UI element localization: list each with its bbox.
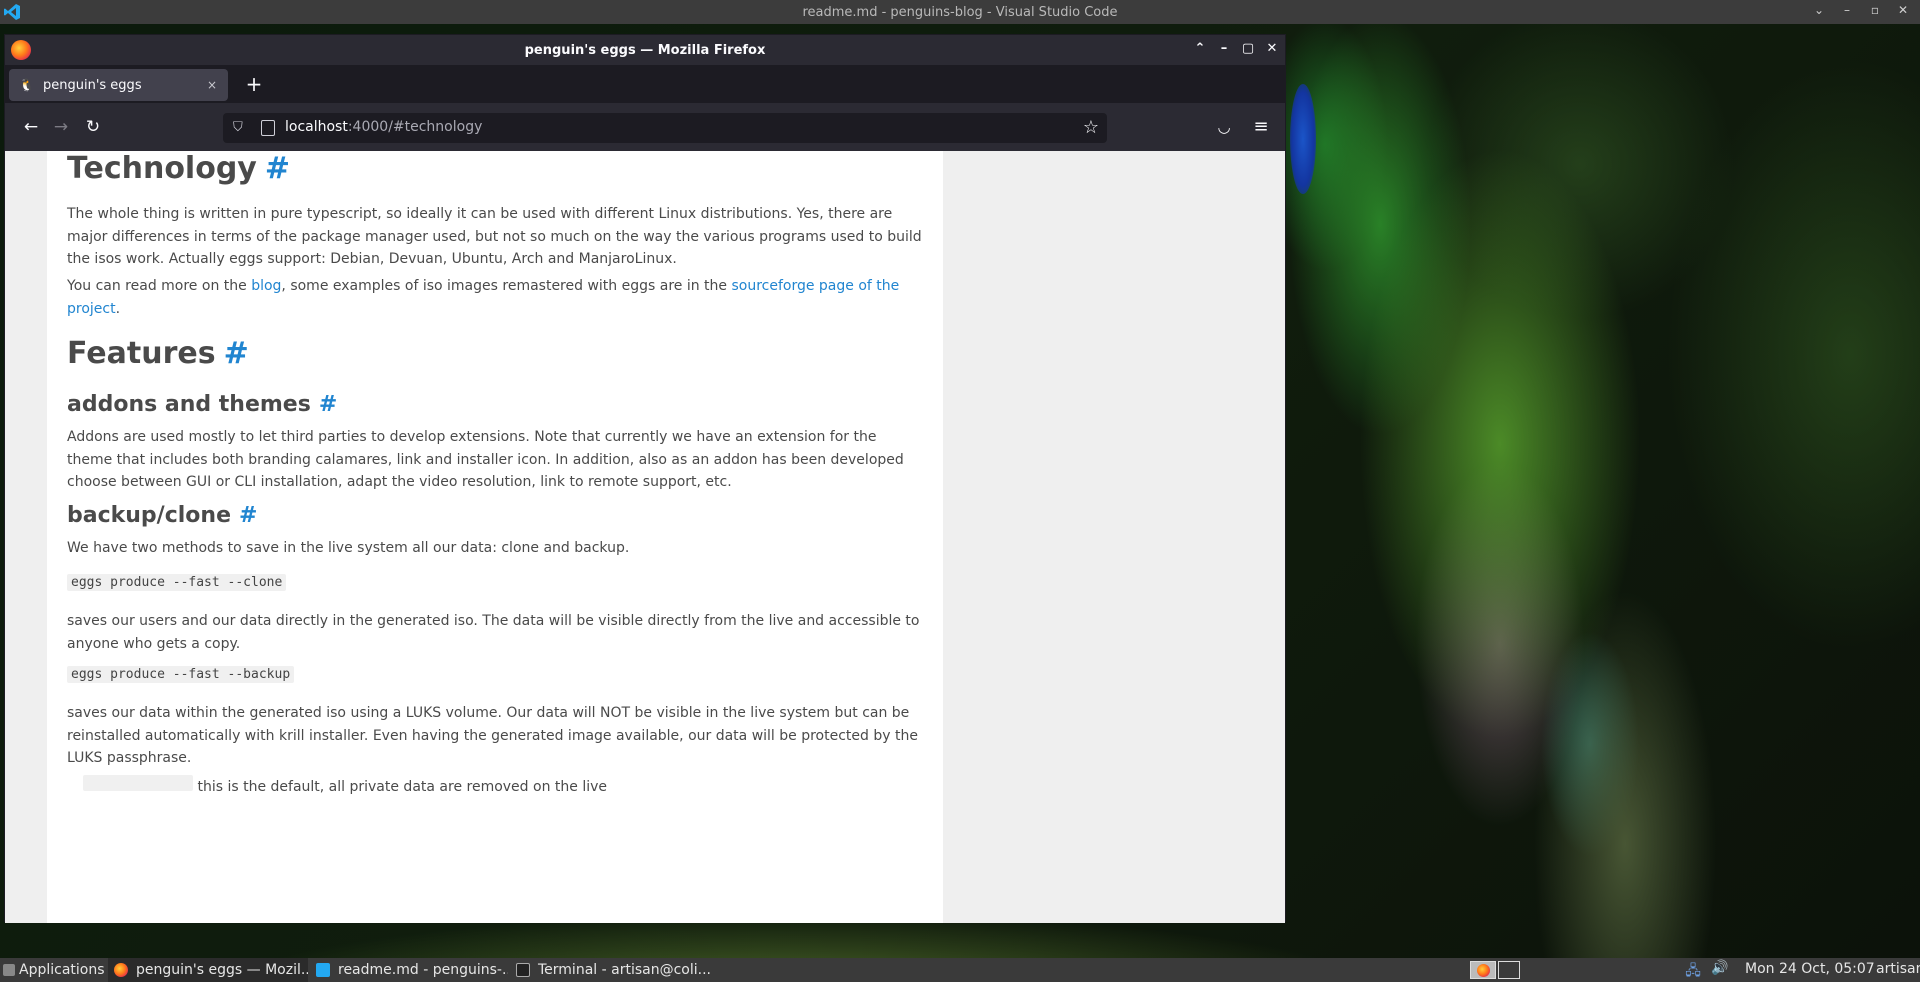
firefox-icon bbox=[114, 963, 128, 977]
maximize-icon[interactable]: ▢ bbox=[1241, 41, 1255, 56]
penguin-favicon-icon: 🐧 bbox=[19, 78, 34, 92]
close-icon[interactable]: ✕ bbox=[1265, 41, 1279, 56]
heading-text: backup/clone bbox=[67, 503, 231, 528]
paragraph-backup: saves our data within the generated iso … bbox=[67, 705, 918, 766]
chevron-down-icon[interactable]: ⌄ bbox=[1812, 3, 1826, 17]
maximize-icon[interactable]: ▫ bbox=[1868, 3, 1882, 17]
paragraph-technology-1: The whole thing is written in pure types… bbox=[67, 206, 922, 267]
page-viewport[interactable]: Technology # The whole thing is written i… bbox=[5, 151, 1285, 923]
vscode-window-controls: ⌄ – ▫ ✕ bbox=[1812, 3, 1910, 17]
code-block-backup: eggs produce --fast --backup bbox=[67, 663, 923, 683]
taskbar-vscode-label: readme.md - penguins-... bbox=[338, 962, 508, 978]
pocket-icon[interactable]: ◡ bbox=[1212, 115, 1236, 139]
paragraph-clone: saves our users and our data directly in… bbox=[67, 613, 920, 652]
list-item-cutoff: this is the default, all private data ar… bbox=[83, 775, 923, 799]
shield-icon[interactable]: ⛉ bbox=[233, 120, 249, 136]
applications-label: Applications : bbox=[19, 962, 114, 978]
tab-penguins-eggs[interactable]: 🐧 penguin's eggs × bbox=[9, 69, 228, 101]
heading-addons-and-themes: addons and themes # bbox=[67, 392, 923, 417]
firefox-window-controls: ⌃ – ▢ ✕ bbox=[1193, 41, 1279, 56]
url-path: :4000/#technology bbox=[347, 119, 483, 135]
applications-icon bbox=[3, 964, 15, 976]
article-content: Technology # The whole thing is written i… bbox=[47, 151, 943, 923]
text-span: You can read more on the bbox=[67, 278, 252, 294]
text-span: , some examples of iso images remastered… bbox=[281, 278, 732, 294]
heading-text: addons and themes bbox=[67, 392, 311, 417]
taskbar-firefox-label: penguin's eggs — Mozil... bbox=[136, 962, 308, 978]
vscode-window-titlebar[interactable]: readme.md - penguins-blog - Visual Studi… bbox=[0, 0, 1920, 24]
firefox-icon bbox=[1477, 964, 1490, 977]
heading-backup-clone: backup/clone # bbox=[67, 503, 923, 528]
heading-text: Technology bbox=[67, 151, 257, 186]
reload-button[interactable]: ↻ bbox=[81, 115, 105, 139]
terminal-icon bbox=[516, 963, 530, 977]
paragraph-addons: Addons are used mostly to let third part… bbox=[67, 429, 904, 490]
taskbar: Applications : penguin's eggs — Mozil...… bbox=[0, 958, 1920, 982]
vscode-window-title: readme.md - penguins-blog - Visual Studi… bbox=[802, 4, 1118, 20]
taskbar-firefox[interactable]: penguin's eggs — Mozil... bbox=[108, 958, 308, 982]
url-host: localhost bbox=[285, 119, 348, 135]
code-cutoff bbox=[83, 775, 193, 791]
new-tab-button[interactable]: + bbox=[243, 73, 265, 95]
page-info-icon[interactable] bbox=[261, 120, 275, 136]
url-bar[interactable]: ⛉ localhost:4000/#technology ☆ bbox=[223, 113, 1107, 143]
minimize-icon[interactable]: – bbox=[1840, 3, 1854, 17]
forward-button[interactable]: → bbox=[49, 115, 73, 139]
paragraph-technology-2: You can read more on the blog, some exam… bbox=[67, 275, 923, 320]
url-text[interactable]: localhost:4000/#technology bbox=[285, 119, 482, 135]
code-clone: eggs produce --fast --clone bbox=[67, 574, 287, 591]
workspace-1[interactable] bbox=[1470, 961, 1496, 979]
code-backup: eggs produce --fast --backup bbox=[67, 666, 295, 683]
heading-technology: Technology # bbox=[67, 151, 923, 186]
chevron-up-icon[interactable]: ⌃ bbox=[1193, 41, 1207, 56]
anchor-link[interactable]: # bbox=[319, 392, 337, 417]
close-icon[interactable]: ✕ bbox=[1896, 3, 1910, 17]
firefox-window-title: penguin's eggs — Mozilla Firefox bbox=[524, 42, 766, 58]
navigation-toolbar: ← → ↻ ⛉ localhost:4000/#technology ☆ ◡ ≡ bbox=[5, 103, 1285, 151]
minimize-icon[interactable]: – bbox=[1217, 41, 1231, 56]
network-icon[interactable]: 🖧 bbox=[1684, 960, 1702, 980]
anchor-link[interactable]: # bbox=[265, 151, 290, 186]
applications-menu[interactable]: Applications : bbox=[0, 958, 120, 982]
blog-link[interactable]: blog bbox=[251, 278, 281, 294]
taskbar-terminal-label: Terminal - artisan@coli... bbox=[538, 962, 710, 978]
text-span: . bbox=[115, 300, 121, 317]
vscode-icon bbox=[4, 4, 20, 20]
taskbar-vscode[interactable]: readme.md - penguins-... bbox=[310, 958, 508, 982]
workspace-2[interactable] bbox=[1498, 961, 1520, 979]
bookmark-star-icon[interactable]: ☆ bbox=[1083, 117, 1099, 138]
user-name[interactable]: artisan bbox=[1876, 961, 1920, 977]
vscode-icon bbox=[316, 963, 330, 977]
firefox-icon bbox=[11, 40, 31, 60]
tab-close-icon[interactable]: × bbox=[204, 77, 220, 93]
hummingbird-highlight bbox=[1290, 84, 1316, 194]
firefox-titlebar[interactable]: penguin's eggs — Mozilla Firefox ⌃ – ▢ ✕ bbox=[5, 35, 1285, 65]
heading-features: Features # bbox=[67, 336, 923, 371]
clock[interactable]: Mon 24 Oct, 05:07 bbox=[1745, 961, 1875, 977]
heading-text: Features bbox=[67, 336, 216, 371]
paragraph-backup-intro: We have two methods to save in the live … bbox=[67, 540, 630, 556]
taskbar-terminal[interactable]: Terminal - artisan@coli... bbox=[510, 958, 710, 982]
volume-icon[interactable]: 🔊 bbox=[1711, 960, 1729, 980]
firefox-window: penguin's eggs — Mozilla Firefox ⌃ – ▢ ✕… bbox=[4, 34, 1286, 923]
back-button[interactable]: ← bbox=[19, 115, 43, 139]
hamburger-menu-icon[interactable]: ≡ bbox=[1249, 115, 1273, 139]
anchor-link[interactable]: # bbox=[224, 336, 249, 371]
code-block-clone: eggs produce --fast --clone bbox=[67, 571, 923, 591]
anchor-link[interactable]: # bbox=[239, 503, 257, 528]
tab-title: penguin's eggs bbox=[43, 77, 142, 93]
tab-strip: 🐧 penguin's eggs × + bbox=[5, 65, 1285, 103]
text-span: this is the default, all private data ar… bbox=[197, 779, 607, 795]
